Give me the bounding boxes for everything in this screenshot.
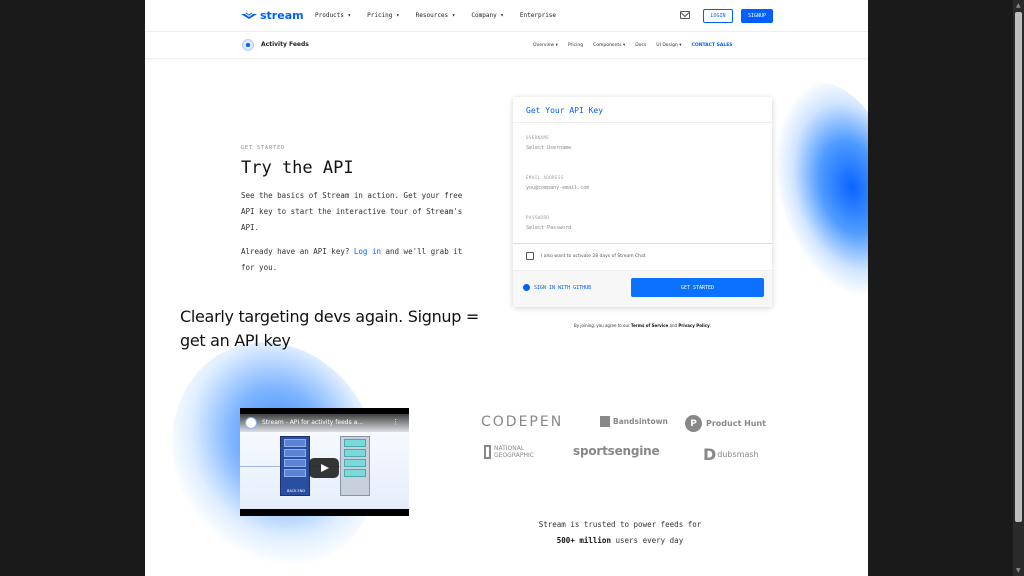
nav-item-pricing[interactable]: Pricing ▾ (367, 12, 400, 19)
terms-end: . (709, 323, 711, 328)
backend-server-graphic: BACK END (280, 436, 310, 496)
natgeo-logo: NATIONAL GEOGRAPHIC (484, 445, 534, 459)
checkbox-label: I also want to activate 28 days of Strea… (541, 254, 646, 259)
scrollbar-thumb[interactable] (1015, 12, 1022, 522)
subnav-item-docs[interactable]: Docs (635, 43, 646, 48)
video-title[interactable]: Stream - API for activity feeds a... (262, 419, 363, 426)
scroll-down-icon[interactable]: ▼ (1016, 567, 1021, 574)
username-label: USERNAME (526, 135, 550, 140)
form-heading: Get Your API Key (526, 106, 604, 115)
product-title[interactable]: Activity Feeds (261, 41, 309, 48)
password-label: PASSWORD (526, 215, 550, 220)
bandsintown-text: Bandsintown (613, 417, 668, 426)
natgeo-line1: NATIONAL (494, 445, 525, 452)
stream-server-graphic (340, 436, 370, 496)
nav-item-resources[interactable]: Resources ▾ (416, 12, 456, 19)
hero-login-hint: Already have an API key? Log in and we'l… (241, 244, 466, 276)
producthunt-text: Product Hunt (706, 419, 766, 428)
stream-boat-icon (241, 12, 257, 19)
github-label: SIGN IN WITH GITHUB (534, 284, 592, 291)
product-subnav: Activity Feeds Overview ▾ Pricing Compon… (145, 32, 868, 59)
handwritten-annotation: Clearly targeting devs again. Signup = g… (180, 307, 480, 350)
subnav-item-pricing[interactable]: Pricing (568, 43, 583, 48)
more-options-icon[interactable]: ⋮ (392, 418, 399, 426)
privacy-link[interactable]: Privacy Policy (678, 323, 709, 328)
natgeo-line2: GEOGRAPHIC (494, 452, 534, 459)
logo-text: stream (260, 9, 304, 22)
trust-count: 500+ million (556, 536, 611, 545)
left-margin (0, 0, 145, 576)
codepen-logo: CODEPEN (481, 414, 564, 430)
activity-feeds-icon (242, 39, 254, 51)
subnav-item-ui-design[interactable]: UI Design ▾ (656, 43, 681, 48)
hero-description: See the basics of Stream in action. Get … (241, 191, 463, 232)
nav-item-enterprise[interactable]: Enterprise (520, 12, 556, 19)
stream-logo[interactable]: stream (240, 9, 304, 22)
mail-icon[interactable] (680, 11, 690, 19)
channel-avatar[interactable] (245, 417, 257, 429)
terms-and: and (668, 323, 679, 328)
top-nav: stream Products ▾ Pricing ▾ Resources ▾ … (145, 0, 868, 32)
page-title: Try the API (241, 158, 354, 178)
dubsmash-icon: D (703, 445, 717, 464)
diagram-line (240, 466, 280, 467)
login-link[interactable]: Log in (354, 247, 381, 256)
nav-item-products[interactable]: Products ▾ (315, 12, 351, 19)
terms-prefix: By joining, you agree to our (574, 323, 631, 328)
email-label: EMAIL ADDRESS (526, 175, 564, 180)
github-signin-link[interactable]: SIGN IN WITH GITHUB (523, 284, 591, 291)
form-footer: SIGN IN WITH GITHUB GET STARTED (513, 270, 772, 307)
trust-line-2: 500+ million users every day (495, 536, 745, 545)
video-header: Stream - API for activity feeds a... ⋮ (240, 414, 409, 432)
producthunt-logo: P Product Hunt (685, 415, 766, 432)
github-icon (523, 284, 530, 291)
trust-suffix: users every day (610, 536, 684, 545)
subnav-item-components[interactable]: Components ▾ (593, 43, 625, 48)
hint-text: Already have an API key? (241, 247, 354, 256)
main-nav: Products ▾ Pricing ▾ Resources ▾ Company… (315, 12, 556, 19)
bandsintown-icon (600, 416, 610, 427)
terms-text: By joining, you agree to our Terms of Se… (513, 323, 772, 328)
subnav-item-overview[interactable]: Overview ▾ (533, 43, 558, 48)
contact-sales-link[interactable]: CONTACT SALES (692, 43, 733, 48)
stream-chat-checkbox[interactable] (526, 252, 534, 260)
scrollbar[interactable]: ▲ ▼ (1013, 0, 1024, 576)
login-button[interactable]: LOGIN (703, 9, 733, 23)
subnav-items: Overview ▾ Pricing Components ▾ Docs UI … (533, 43, 733, 48)
page: stream Products ▾ Pricing ▾ Resources ▾ … (145, 0, 868, 576)
producthunt-icon: P (685, 415, 702, 432)
dubsmash-logo: D dubsmash (703, 445, 759, 464)
divider (513, 243, 772, 244)
username-input[interactable]: Select Username (526, 145, 571, 151)
video-thumbnail: BACK END Stream - API for activity feeds… (240, 414, 409, 509)
eyebrow-label: GET STARTED (241, 145, 286, 151)
email-input[interactable]: you@company-email.com (526, 185, 589, 191)
divider (513, 122, 772, 123)
password-input[interactable]: Select Password (526, 225, 571, 231)
bandsintown-logo: Bandsintown (600, 416, 668, 427)
signup-button[interactable]: SIGNUP (741, 9, 773, 23)
dubsmash-text: dubsmash (717, 450, 759, 459)
terms-link[interactable]: Terms of Service (631, 323, 668, 328)
api-key-form: Get Your API Key USERNAME Select Usernam… (513, 97, 772, 307)
nav-item-company[interactable]: Company ▾ (471, 12, 504, 19)
youtube-video[interactable]: BACK END Stream - API for activity feeds… (240, 408, 409, 516)
play-icon[interactable] (309, 458, 339, 478)
server-label: BACK END (286, 489, 306, 493)
get-started-button[interactable]: GET STARTED (631, 278, 764, 297)
natgeo-frame-icon (484, 445, 491, 459)
scroll-up-icon[interactable]: ▲ (1016, 2, 1021, 9)
right-margin (868, 0, 1024, 576)
trust-line-1: Stream is trusted to power feeds for (538, 520, 702, 529)
sportsengine-logo: sportsengine (573, 444, 660, 458)
